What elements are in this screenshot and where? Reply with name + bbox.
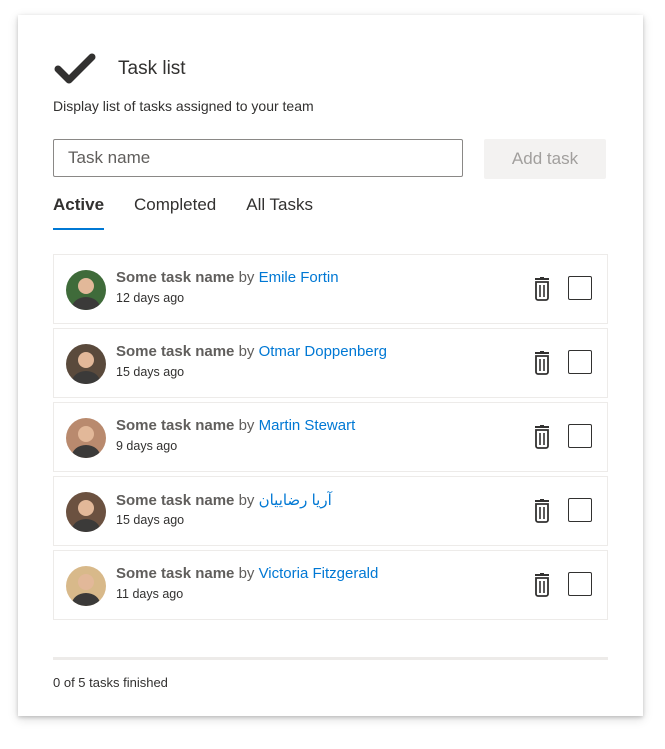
task-complete-checkbox[interactable]: [568, 498, 592, 522]
tab-completed[interactable]: Completed: [134, 193, 216, 229]
task-row: Some task name by Martin Stewart 9 days …: [53, 402, 608, 472]
task-title-line: Some task name by آریا رضاییان: [116, 491, 332, 509]
task-name: Some task name: [116, 492, 235, 509]
task-by-label: by: [238, 492, 255, 509]
tab-bar: Active Completed All Tasks: [53, 193, 343, 231]
delete-trash-icon[interactable]: [532, 277, 552, 301]
task-list: Some task name by Emile Fortin 12 days a…: [53, 254, 608, 624]
avatar: [66, 418, 106, 458]
task-name: Some task name: [116, 417, 235, 434]
tab-all-tasks[interactable]: All Tasks: [246, 193, 313, 229]
task-title-line: Some task name by Martin Stewart: [116, 417, 355, 434]
task-name: Some task name: [116, 269, 235, 286]
avatar: [66, 566, 106, 606]
checkmark-icon: [53, 47, 101, 91]
avatar: [66, 270, 106, 310]
avatar: [66, 492, 106, 532]
task-by-label: by: [238, 565, 255, 582]
delete-trash-icon[interactable]: [532, 573, 552, 597]
task-timestamp: 11 days ago: [116, 587, 184, 601]
task-row: Some task name by Victoria Fitzgerald 11…: [53, 550, 608, 620]
task-by-label: by: [238, 343, 255, 360]
delete-trash-icon[interactable]: [532, 351, 552, 375]
tab-active[interactable]: Active: [53, 193, 105, 230]
task-assignee-link[interactable]: Victoria Fitzgerald: [259, 565, 379, 582]
footer-divider: [53, 657, 608, 660]
task-by-label: by: [238, 417, 255, 434]
task-row: Some task name by Otmar Doppenberg 15 da…: [53, 328, 608, 398]
avatar: [66, 344, 106, 384]
task-title-line: Some task name by Otmar Doppenberg: [116, 343, 387, 360]
task-assignee-link[interactable]: آریا رضاییان: [259, 492, 332, 509]
task-name: Some task name: [116, 343, 235, 360]
page-title: Task list: [118, 58, 186, 79]
task-complete-checkbox[interactable]: [568, 424, 592, 448]
task-timestamp: 15 days ago: [116, 513, 185, 527]
delete-trash-icon[interactable]: [532, 499, 552, 523]
task-title-line: Some task name by Emile Fortin: [116, 269, 339, 286]
task-timestamp: 9 days ago: [116, 439, 178, 453]
delete-trash-icon[interactable]: [532, 425, 552, 449]
task-name: Some task name: [116, 565, 235, 582]
task-title-line: Some task name by Victoria Fitzgerald: [116, 565, 378, 582]
task-assignee-link[interactable]: Martin Stewart: [259, 417, 356, 434]
task-name-input[interactable]: [53, 139, 463, 177]
task-complete-checkbox[interactable]: [568, 572, 592, 596]
add-task-button[interactable]: Add task: [484, 139, 606, 179]
task-timestamp: 12 days ago: [116, 291, 185, 305]
task-by-label: by: [238, 269, 255, 286]
task-assignee-link[interactable]: Otmar Doppenberg: [259, 343, 387, 360]
task-row: Some task name by Emile Fortin 12 days a…: [53, 254, 608, 324]
task-complete-checkbox[interactable]: [568, 276, 592, 300]
page-subtitle: Display list of tasks assigned to your t…: [53, 98, 314, 114]
task-timestamp: 15 days ago: [116, 365, 185, 379]
task-row: Some task name by آریا رضاییان 15 days a…: [53, 476, 608, 546]
task-assignee-link[interactable]: Emile Fortin: [259, 269, 339, 286]
header: Task list: [53, 47, 186, 91]
task-complete-checkbox[interactable]: [568, 350, 592, 374]
task-list-card: Task list Display list of tasks assigned…: [18, 15, 643, 716]
tasks-finished-status: 0 of 5 tasks finished: [53, 675, 168, 690]
